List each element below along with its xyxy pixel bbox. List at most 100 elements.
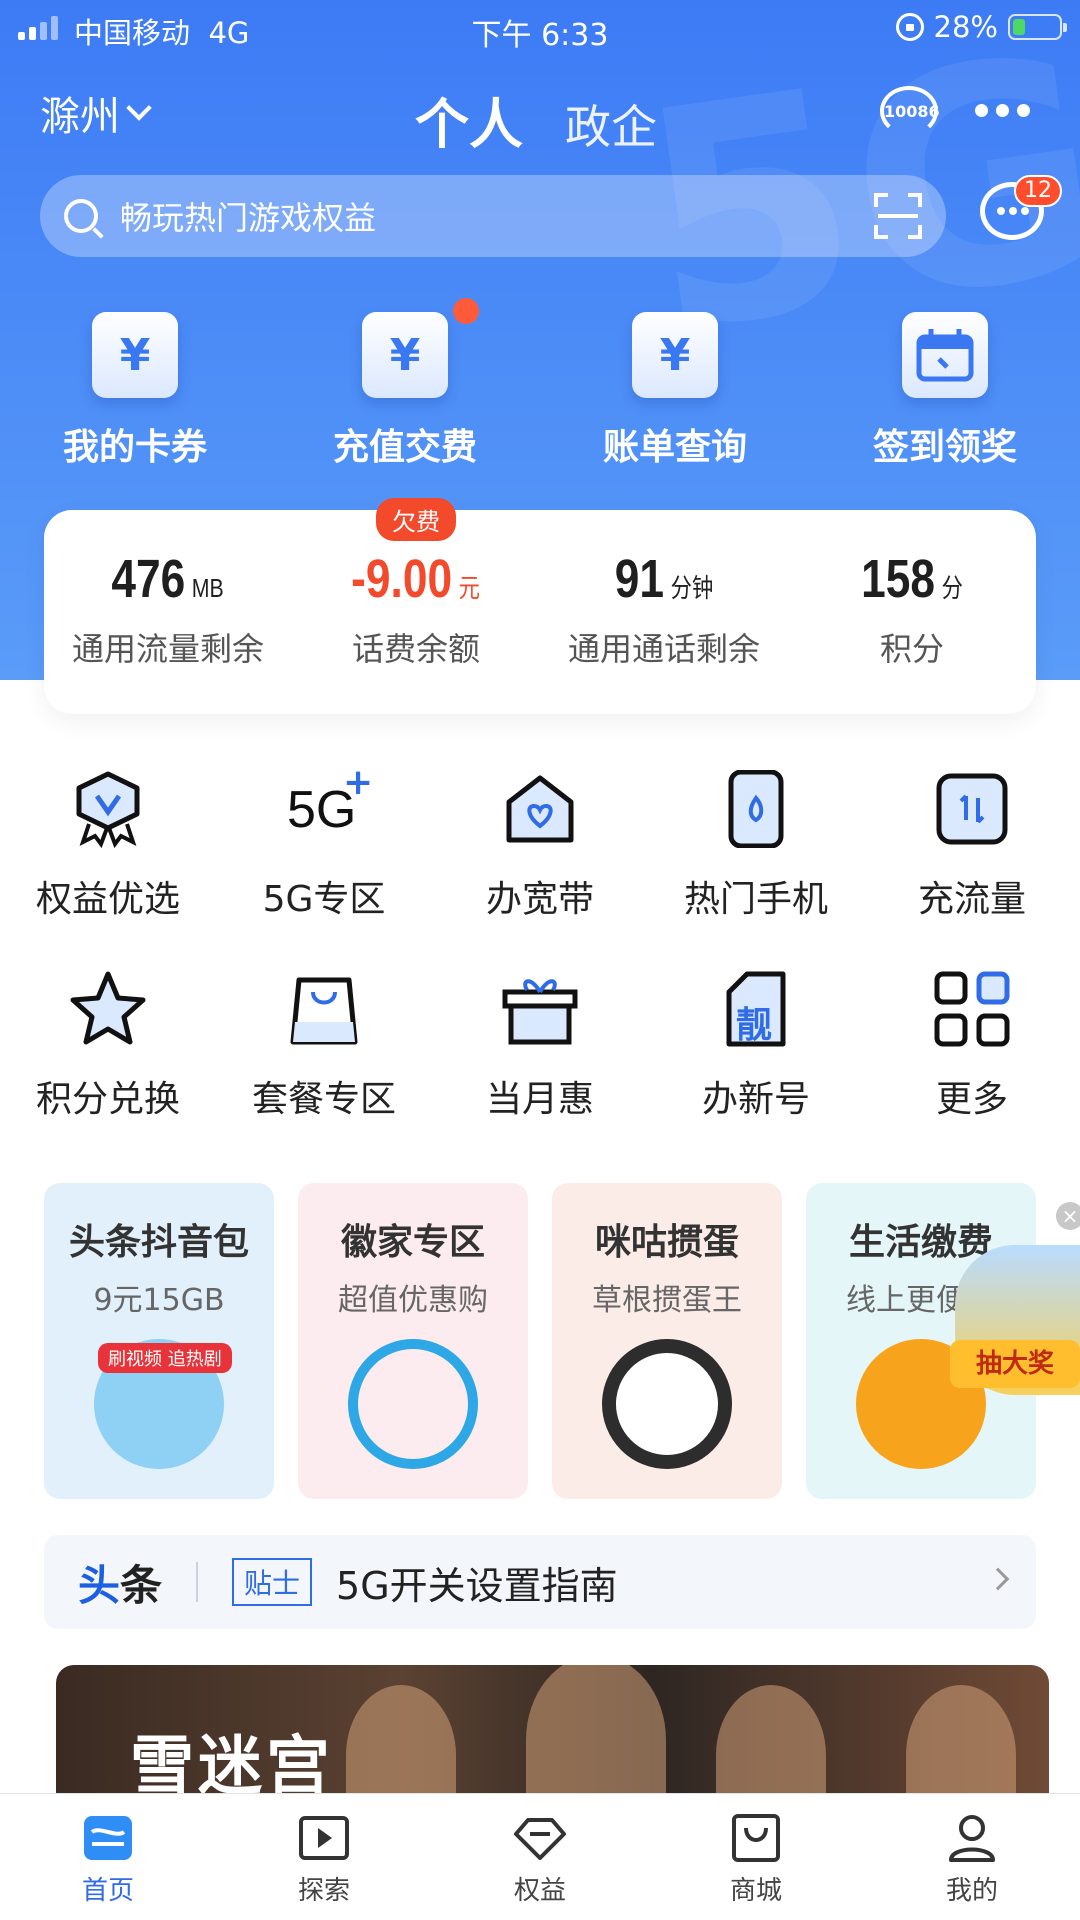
data-label: 通用流量剩余	[71, 630, 264, 668]
tab-label: 探索	[297, 1876, 350, 1906]
phone-icon	[717, 769, 795, 849]
data-value: 476	[111, 549, 186, 609]
quick-coupons[interactable]: ¥ 我的卡券	[0, 312, 270, 470]
headline-bar[interactable]: 头条 贴士 5G开关设置指南	[44, 1535, 1036, 1629]
grid-more-icon	[933, 970, 1011, 1048]
stat-calls[interactable]: 91 分钟 通用通话剩余	[540, 510, 788, 714]
banner-title: 雪迷宫	[130, 1730, 334, 1795]
5g-plus-icon: 5G +	[287, 762, 374, 839]
bottom-tab-bar: 首页 探索 权益 商城 我的	[0, 1793, 1080, 1920]
svc-label: 更多	[935, 1079, 1008, 1120]
svc-points-redeem[interactable]: 积分兑换	[0, 970, 216, 1170]
star-icon	[69, 970, 147, 1048]
coupon-icon: ¥	[92, 312, 178, 398]
rotation-lock-icon	[895, 13, 924, 41]
panda-illustration	[602, 1339, 732, 1469]
svc-monthly-deals[interactable]: 当月惠	[432, 970, 648, 1170]
svc-label: 权益优选	[35, 879, 180, 920]
account-summary-card: 476 MB 通用流量剩余 欠费 -9.00 元 话费余额 91 分钟 通用通话剩余 …	[44, 498, 1036, 714]
banner-figure	[716, 1685, 826, 1795]
tips-tag: 贴士	[232, 1558, 313, 1606]
search-icon	[64, 199, 98, 233]
promo-subtitle: 草根掼蛋王	[592, 1283, 742, 1318]
quick-bill[interactable]: ¥ 账单查询	[540, 312, 810, 470]
promo-title: 徽家专区	[340, 1222, 485, 1263]
fee-value: -9.00	[351, 549, 453, 609]
more-menu-icon[interactable]	[975, 104, 1030, 117]
play-icon	[298, 1812, 350, 1864]
svc-phones[interactable]: 热门手机	[648, 769, 864, 970]
tab-explore[interactable]: 探索	[216, 1794, 432, 1920]
calls-unit: 分钟	[670, 573, 714, 603]
promo-title: 头条抖音包	[68, 1222, 249, 1263]
top-nav: 滁州 个人 政企 10086	[0, 80, 1080, 156]
city-label: 滁州	[40, 94, 120, 140]
promo-migu-guandan[interactable]: 咪咕掼蛋 草根掼蛋王	[552, 1183, 782, 1499]
svc-plans[interactable]: 套餐专区	[216, 970, 432, 1170]
svc-more[interactable]: 更多	[864, 970, 1080, 1170]
arrears-tag: 欠费	[376, 498, 456, 541]
recharge-icon: ¥	[362, 312, 448, 398]
notification-dot	[453, 298, 479, 324]
home-icon	[82, 1812, 134, 1864]
quick-recharge[interactable]: ¥ 充值交费	[270, 298, 540, 470]
house-heart-icon	[501, 770, 579, 848]
quick-checkin[interactable]: 签到领奖	[810, 312, 1080, 470]
promo-anhui-zone[interactable]: 徽家专区 超值优惠购	[298, 1183, 528, 1499]
bill-icon: ¥	[632, 312, 718, 398]
tab-personal[interactable]: 个人	[415, 80, 523, 159]
city-selector[interactable]: 滁州	[40, 84, 152, 142]
svc-new-number[interactable]: 靓 办新号	[648, 970, 864, 1170]
promo-art-tag: 刷视频 追热剧	[98, 1343, 232, 1373]
gift-box-icon	[501, 970, 579, 1048]
svc-label: 5G专区	[262, 879, 386, 920]
svc-broadband[interactable]: 办宽带	[432, 770, 648, 970]
user-icon	[946, 1812, 998, 1864]
status-right: 28%	[895, 10, 1067, 44]
shop-bag-icon	[730, 1812, 782, 1864]
points-value: 158	[861, 549, 935, 609]
svc-label: 办宽带	[485, 879, 594, 920]
svc-label: 热门手机	[683, 879, 828, 920]
svc-label: 套餐专区	[251, 1079, 396, 1120]
hotline-10086-icon[interactable]: 10086	[880, 86, 940, 136]
fee-unit: 元	[459, 573, 481, 603]
search-bar[interactable]: 畅玩热门游戏权益	[40, 175, 946, 257]
quick-label: 我的卡券	[62, 427, 207, 468]
close-icon[interactable]: ×	[1056, 1202, 1080, 1230]
tab-label: 首页	[81, 1876, 134, 1906]
scan-icon[interactable]	[874, 193, 922, 239]
diamond-icon	[514, 1812, 566, 1864]
promo-subtitle: 超值优惠购	[338, 1283, 488, 1318]
message-badge: 12	[1014, 175, 1062, 207]
tab-label: 权益	[513, 1876, 566, 1906]
battery-icon	[1008, 14, 1067, 40]
banner-figure	[906, 1685, 1016, 1795]
svc-benefits[interactable]: 权益优选	[0, 770, 216, 970]
tab-home[interactable]: 首页	[0, 1794, 216, 1920]
svc-data-topup[interactable]: 充流量	[864, 770, 1080, 970]
fee-label: 话费余额	[351, 630, 480, 668]
promo-subtitle: 9元15GB	[93, 1283, 225, 1318]
tab-me[interactable]: 我的	[864, 1794, 1080, 1920]
status-bar: 中国移动 4G 下午 6:33 28%	[0, 0, 1080, 56]
promo-banner[interactable]: 雪迷宫	[56, 1665, 1049, 1795]
quick-actions: ¥ 我的卡券 ¥ 充值交费 ¥ 账单查询 签到领奖	[0, 298, 1080, 470]
data-transfer-icon	[933, 770, 1011, 848]
calls-value: 91	[614, 549, 665, 609]
stat-data[interactable]: 476 MB 通用流量剩余	[44, 510, 292, 714]
promo-douyin-pack[interactable]: 头条抖音包 9元15GB 刷视频 追热剧	[44, 1183, 274, 1499]
banner-figure	[526, 1665, 666, 1795]
stat-points[interactable]: 158 分 积分	[788, 510, 1036, 714]
tab-benefits[interactable]: 权益	[432, 1794, 648, 1920]
tab-label: 商城	[729, 1876, 782, 1906]
svc-5g-zone[interactable]: 5G + 5G专区	[216, 762, 432, 970]
tab-enterprise[interactable]: 政企	[565, 91, 657, 157]
quick-label: 充值交费	[332, 427, 477, 468]
calls-label: 通用通话剩余	[567, 630, 760, 668]
tab-mall[interactable]: 商城	[648, 1794, 864, 1920]
quick-label: 签到领奖	[872, 427, 1017, 468]
points-label: 积分	[879, 630, 944, 668]
stat-fee[interactable]: 欠费 -9.00 元 话费余额	[292, 498, 540, 714]
lottery-label[interactable]: 抽大奖	[950, 1340, 1080, 1388]
